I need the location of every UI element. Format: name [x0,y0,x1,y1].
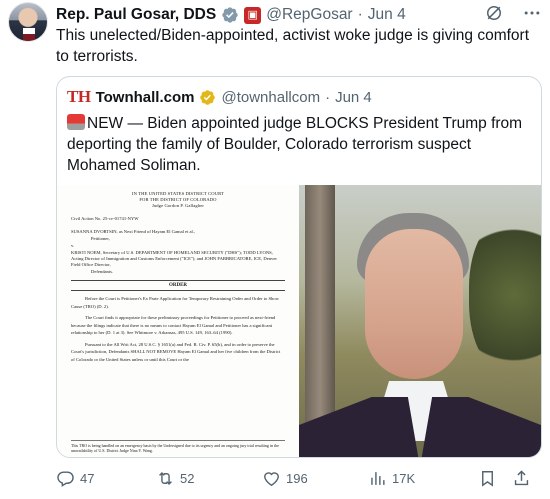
views-button[interactable]: 17K [368,469,478,488]
separator-dot: · [325,88,331,106]
tweet[interactable]: Rep. Paul Gosar, DDS ▣ @RepGosar · Jun 4… [0,0,550,499]
repost-count: 52 [180,470,195,486]
quoted-text-block: NEW — Biden appointed judge BLOCKS Presi… [67,113,533,176]
like-button[interactable]: 196 [262,469,368,488]
order-paragraph-1: Before the Court is Petitioner's Ex Part… [71,296,279,309]
court-document-image[interactable]: IN THE UNITED STATES DISTRICT COURT FOR … [57,185,299,457]
author-name[interactable]: Rep. Paul Gosar, DDS [56,6,216,24]
author-avatar[interactable] [8,2,48,42]
petitioner-line: SUSANNA DVORTSIN, as Next Friend of Haya… [71,229,196,234]
order-paragraph-2: The Court finds it appropriate for these… [71,315,276,335]
quoted-author-name[interactable]: Townhall.com [96,89,195,106]
share-button[interactable] [512,469,536,488]
order-paragraph-3: Pursuant to the All Writ Act, 28 U.S.C. … [71,341,281,362]
respondents-line: KRISTI NOEM, Secretary of U.S. DEPARTMEN… [71,250,277,267]
share-icon [514,469,529,485]
photo-face [365,229,463,379]
separator-dot: · [357,6,363,23]
author-handle[interactable]: @RepGosar [266,6,352,24]
views-count: 17K [392,470,416,486]
verified-badge-icon [222,7,238,23]
photo-foliage [469,215,541,375]
gold-check-icon [200,89,216,105]
quoted-media[interactable]: IN THE UNITED STATES DISTRICT COURT FOR … [57,185,541,457]
tweet-actions: 47 52 196 17K [56,466,542,490]
tweet-header: Rep. Paul Gosar, DDS ▣ @RepGosar · Jun 4 [56,4,406,26]
grok-icon[interactable] [484,3,504,23]
tweet-date[interactable]: Jun 4 [368,6,406,24]
reply-count: 47 [80,470,95,486]
quoted-text: NEW — Biden appointed judge BLOCKS Presi… [67,115,523,174]
defendants-line: Defendants. [91,269,114,274]
quoted-tweet[interactable]: TH Townhall.com @townhallcom · Jun 4 NEW… [56,76,542,458]
bookmark-button[interactable] [478,469,512,488]
reply-button[interactable]: 47 [56,469,156,488]
like-icon [264,471,279,486]
bookmark-icon [482,470,493,487]
government-badge-icon: ▣ [244,6,262,24]
more-icon[interactable] [522,3,542,23]
quoted-author-handle[interactable]: @townhallcom [221,89,320,106]
order-title: ORDER [71,280,285,291]
versus: v. [71,243,75,248]
quoted-date[interactable]: Jun 4 [335,89,372,106]
repost-button[interactable]: 52 [156,469,262,488]
views-icon [371,471,385,485]
quoted-header: TH Townhall.com @townhallcom · Jun 4 [67,87,372,107]
order-footnote: This TRO is being handled on an emergenc… [71,440,285,453]
petitioner-role: Petitioner, [91,236,110,241]
townhall-logo[interactable]: TH [67,87,91,107]
portrait-photo[interactable] [299,185,541,457]
like-count: 196 [286,470,308,486]
tweet-top-actions [484,3,542,23]
repost-icon [159,471,172,485]
red-siren-emoji-icon [67,114,85,130]
reply-icon [57,470,74,487]
tweet-text: This unelected/Biden-appointed, activist… [56,27,530,65]
